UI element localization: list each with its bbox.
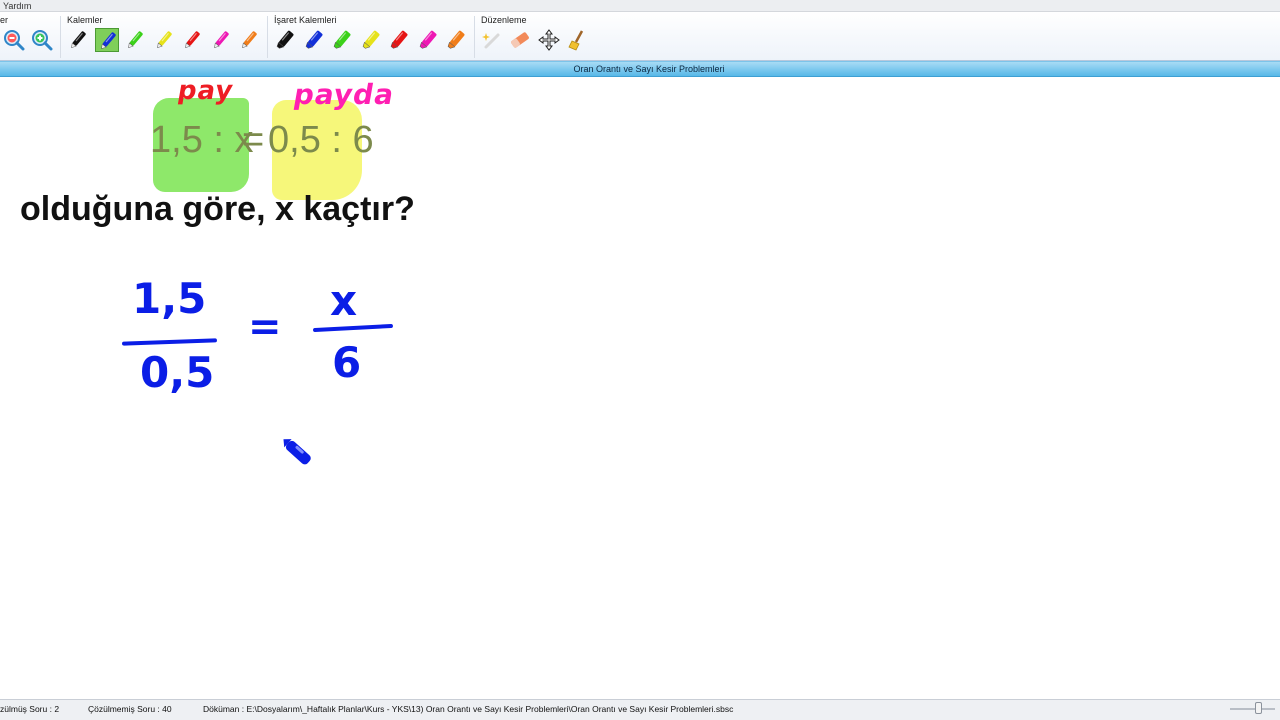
pen-icon [213,31,229,49]
broom-button[interactable] [565,28,589,52]
pen-button-4[interactable] [152,28,176,52]
pen-button-7[interactable] [237,28,261,52]
fraction-right-numerator: x [330,276,358,325]
ribbon-toolbar: er Kalemler İşaret Kalemleri Düzenleme [0,12,1280,61]
pen-icon [185,31,200,49]
separator [474,16,475,58]
separator [267,16,268,58]
pen-icon [100,32,116,50]
marker-button-4[interactable] [359,28,383,52]
move-icon [538,29,560,51]
eraser-icon [511,32,529,48]
pen-icon [156,31,172,49]
pen-button-5[interactable] [180,28,204,52]
unsolved-count: Çözülmemiş Soru : 40 [88,704,172,714]
marker-button-1[interactable] [273,28,297,52]
pen-icon [242,31,257,49]
document-title: Oran Orantı ve Sayı Kesir Problemleri [573,64,725,74]
pen-button-1[interactable] [66,28,90,52]
magic-wand-button[interactable] [480,28,504,52]
fraction-right-denominator: 6 [332,338,362,387]
status-bar: zülmüş Soru : 2 Çözülmemiş Soru : 40 Dök… [0,699,1280,720]
group-label-markers: İşaret Kalemleri [274,15,337,25]
question-text: olduğuna göre, x kaçtır? [20,190,415,228]
pen-button-3[interactable] [123,28,147,52]
marker-icon [447,30,465,49]
marker-icon [362,30,379,49]
marker-icon [419,30,436,49]
zoom-out-icon [4,30,25,51]
equation-left: 1,5 : x [150,119,254,161]
marker-button-5[interactable] [387,28,411,52]
zoom-in-icon [32,30,53,51]
pen-cursor-icon [283,439,311,465]
group-label-view: er [0,15,9,25]
pen-icon [71,31,86,49]
zoom-in-button[interactable] [30,28,54,52]
pen-icon [128,31,143,49]
fraction-equals: = [248,304,282,350]
marker-icon [390,30,408,49]
marker-icon [276,30,294,49]
pen-button-2[interactable] [94,28,119,52]
document-title-bar: Oran Orantı ve Sayı Kesir Problemleri [0,61,1280,77]
separator [60,16,61,58]
magic-wand-icon [482,33,500,49]
pen-button-6[interactable] [209,28,233,52]
equation-equals: = [242,119,265,161]
fraction-left-denominator: 0,5 [140,348,215,397]
zoom-slider-thumb[interactable] [1255,702,1262,714]
menu-bar: Yardım [0,0,1280,12]
zoom-slider-track[interactable] [1230,708,1275,710]
zoom-out-button[interactable] [2,28,26,52]
fraction-left-numerator: 1,5 [132,274,207,323]
group-label-pens: Kalemler [67,15,103,25]
marker-icon [305,30,322,49]
marker-button-2[interactable] [302,28,326,52]
group-label-edit: Düzenleme [481,15,527,25]
broom-icon [568,30,584,51]
marker-button-3[interactable] [330,28,354,52]
document-path: Döküman : E:\Dosyalarım\_Haftalık Planla… [203,704,734,714]
eraser-button[interactable] [508,28,532,52]
marker-icon [333,30,351,49]
menu-help[interactable]: Yardım [3,0,31,12]
annotation-pay: pay [175,76,236,106]
marker-button-7[interactable] [444,28,468,52]
equation-right: 0,5 : 6 [268,119,374,161]
annotation-payda: payda [291,78,398,111]
solved-count: zülmüş Soru : 2 [0,704,60,714]
move-button[interactable] [537,28,561,52]
marker-button-6[interactable] [416,28,440,52]
